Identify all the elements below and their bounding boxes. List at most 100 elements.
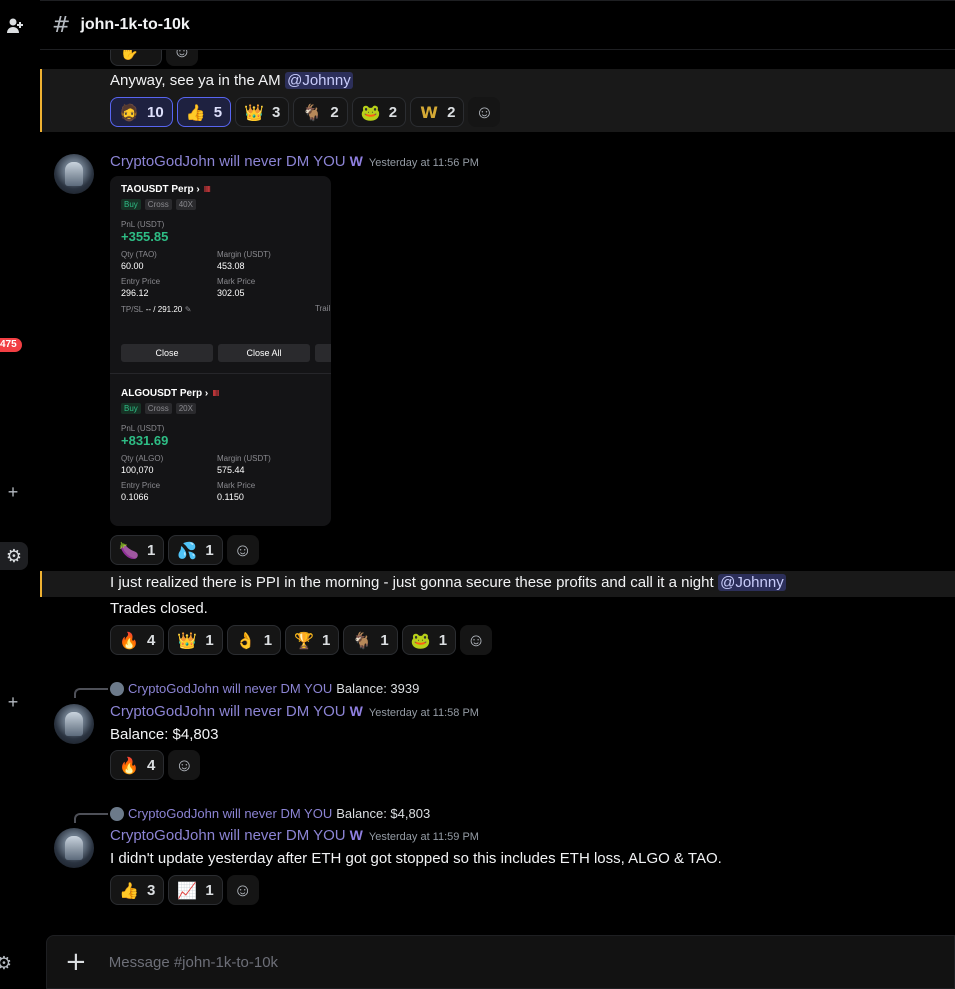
- signal-icon: IIIII: [212, 389, 219, 398]
- reaction[interactable]: 🍆 1: [110, 535, 165, 565]
- reaction-emoji: 🔥: [119, 755, 139, 775]
- reaction-bar: 🔥 4 ☺: [110, 750, 201, 780]
- reaction-count: 4: [147, 756, 156, 774]
- margin-value: 453.08: [217, 261, 245, 271]
- reaction[interactable]: 🐸 1: [401, 625, 457, 655]
- reaction-count: 3: [147, 881, 156, 899]
- reaction-count: 5: [213, 103, 223, 121]
- reaction[interactable]: 👍 5: [176, 97, 232, 127]
- reply-connector: [74, 813, 108, 823]
- mark-label: Mark Price: [217, 277, 256, 286]
- reaction[interactable]: 👍 3: [110, 875, 165, 905]
- unread-badge: 475: [0, 338, 22, 352]
- entry-value: 0.1066: [121, 492, 149, 502]
- reaction-emoji: 📈: [177, 880, 198, 900]
- reaction[interactable]: 🐸 2: [351, 97, 407, 127]
- message-composer[interactable]: + Message #john-1k-to-10k: [46, 935, 955, 989]
- reaction[interactable]: 🔥 4: [110, 750, 165, 780]
- reaction-emoji: 🐸: [360, 102, 381, 122]
- reaction[interactable]: ✋: [110, 50, 162, 66]
- add-reaction-icon[interactable]: ☺: [460, 625, 493, 655]
- reaction[interactable]: W2: [410, 97, 465, 127]
- message-text: I just realized there is PPI in the morn…: [110, 574, 714, 591]
- user-mention[interactable]: @Johnny: [285, 72, 353, 89]
- reaction[interactable]: 💦 1: [168, 535, 223, 565]
- avatar: [110, 806, 124, 821]
- algo-position: ALGOUSDT Perp › IIIII Buy Cross 20X PnL (US…: [121, 388, 331, 502]
- reply-preview[interactable]: CryptoGodJohn will never DM YOU Balance:…: [110, 806, 430, 821]
- tpsl-label: TP/SL: [121, 305, 144, 314]
- reaction-emoji: 🐸: [410, 630, 431, 650]
- gear-icon[interactable]: ⚙: [0, 542, 28, 570]
- reaction[interactable]: 👑 1: [168, 625, 223, 655]
- reaction-count: 1: [380, 631, 389, 649]
- server-rail: 475 + ⚙ + ⚙: [0, 0, 40, 989]
- reaction-count: 2: [447, 103, 456, 121]
- reaction-emoji: 🔥: [119, 630, 139, 650]
- mark-value: 0.1150: [217, 492, 244, 502]
- reply-preview[interactable]: CryptoGodJohn will never DM YOU Balance:…: [110, 681, 419, 696]
- reaction[interactable]: 📈 1: [168, 875, 223, 905]
- entry-value: 296.12: [121, 288, 149, 298]
- add-reaction-icon[interactable]: ☺: [226, 535, 259, 565]
- reaction[interactable]: 🏆 1: [285, 625, 340, 655]
- attach-plus-icon[interactable]: +: [65, 947, 87, 977]
- plus-icon[interactable]: +: [4, 482, 22, 502]
- gear-icon[interactable]: ⚙: [0, 952, 14, 974]
- reaction[interactable]: 👑 3: [235, 97, 290, 127]
- reaction-count: 1: [205, 541, 214, 559]
- message-content: Anyway, see ya in the AM @Johnny: [110, 70, 955, 92]
- timestamp: Yesterday at 11:59 PM: [368, 831, 479, 843]
- message-text: I didn't update yesterday after ETH got …: [110, 850, 722, 867]
- reaction[interactable]: 🐐 2: [293, 97, 348, 127]
- entry-label: Entry Price: [121, 481, 161, 490]
- message-header: CryptoGodJohn will never DM YOU W Yesterda…: [110, 153, 955, 171]
- close-all-button: Close All: [218, 344, 310, 362]
- chevron-right-icon: ›: [193, 184, 200, 195]
- qty-value: 100,070: [121, 465, 154, 475]
- qty-label: Qty (TAO): [121, 250, 157, 259]
- reaction-bar: 🧔 10 👍 5 👑 3 🐐 2 🐸 2 W2 ☺: [110, 97, 501, 127]
- reaction-emoji: ✋: [119, 50, 139, 61]
- reaction[interactable]: 🧔 10: [110, 97, 173, 127]
- reply-text: Balance: 3939: [336, 681, 420, 696]
- add-friend-icon[interactable]: [4, 14, 26, 38]
- trade-screenshot[interactable]: TAOUSDT Perp › IIIII Buy Cross 40X PnL (USD…: [110, 176, 331, 526]
- timestamp: Yesterday at 11:58 PM: [368, 707, 479, 719]
- message-text: Anyway, see ya in the AM: [110, 72, 281, 89]
- reaction-count: 10: [147, 103, 164, 121]
- avatar[interactable]: [54, 704, 94, 744]
- pnl-value: +355.85: [121, 229, 169, 244]
- reaction-count: 1: [205, 631, 214, 649]
- avatar[interactable]: [54, 828, 94, 868]
- reaction-emoji: 👑: [244, 102, 264, 122]
- plus-icon[interactable]: +: [4, 692, 22, 712]
- reaction-count: 1: [263, 631, 273, 649]
- reaction[interactable]: 👌 1: [226, 625, 282, 655]
- user-mention[interactable]: @Johnny: [718, 574, 786, 591]
- username[interactable]: CryptoGodJohn will never DM YOU: [110, 153, 346, 170]
- reaction-emoji: 💦: [177, 540, 198, 560]
- username[interactable]: CryptoGodJohn will never DM YOU: [110, 827, 346, 844]
- tao-position: TAOUSDT Perp › IIIII Buy Cross 40X PnL (USD…: [121, 184, 331, 314]
- qty-value: 60.00: [121, 261, 144, 271]
- message-input[interactable]: Message #john-1k-to-10k: [109, 954, 278, 971]
- margin-value: 575.44: [217, 465, 245, 475]
- message-header: CryptoGodJohn will never DM YOU W Yesterda…: [110, 703, 955, 721]
- reaction-bar: 👍 3 📈 1 ☺: [110, 875, 259, 905]
- add-reaction-icon[interactable]: ☺: [468, 97, 501, 127]
- reaction-emoji: 🐐: [352, 630, 373, 650]
- username[interactable]: CryptoGodJohn will never DM YOU: [110, 703, 346, 720]
- avatar: [110, 681, 124, 696]
- mode-tag: Cross: [144, 403, 172, 414]
- reaction[interactable]: 🔥 4: [110, 625, 165, 655]
- reaction[interactable]: 🐐 1: [343, 625, 398, 655]
- avatar[interactable]: [54, 154, 94, 194]
- reply-connector: [74, 688, 108, 698]
- add-reaction-icon[interactable]: ☺: [226, 875, 259, 905]
- pair: TAOUSDT Perp: [121, 184, 194, 195]
- message-text: Trades closed.: [110, 600, 208, 617]
- add-reaction-icon[interactable]: ☺: [168, 750, 201, 780]
- add-reaction-icon[interactable]: ☺: [166, 50, 198, 66]
- message-list: ✋ ☺ Anyway, see ya in the AM @Johnny 🧔 10…: [40, 50, 955, 935]
